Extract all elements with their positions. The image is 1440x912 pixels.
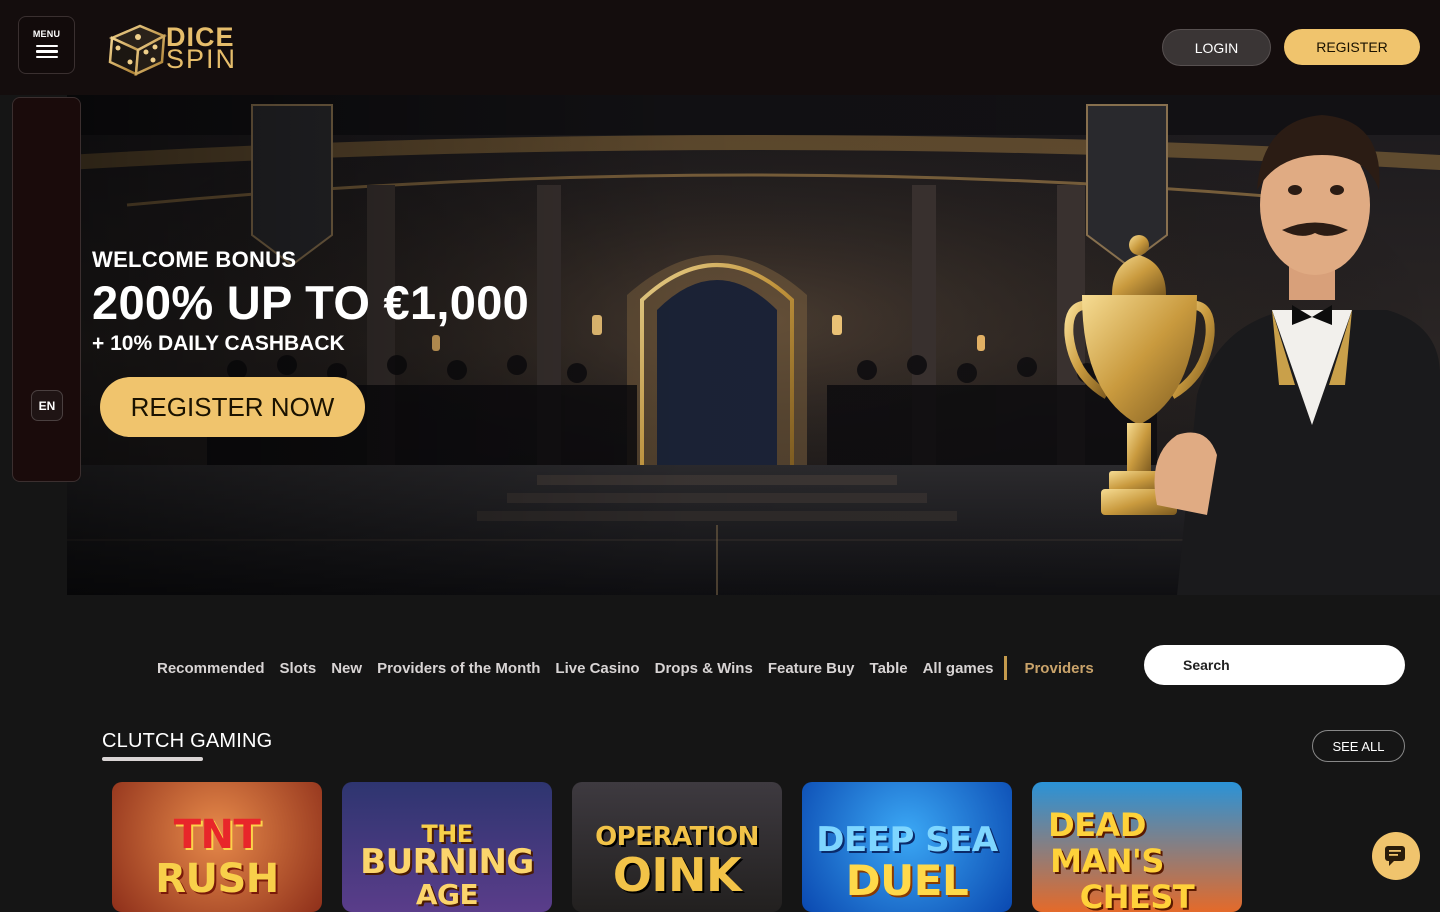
- game-card-operation-oink[interactable]: OPERATION OINK: [572, 782, 782, 912]
- hero-subtitle: WELCOME BONUS: [92, 247, 297, 272]
- register-button[interactable]: REGISTER: [1284, 29, 1420, 65]
- game-title-line3: CHEST: [1079, 878, 1195, 912]
- hero-cashback: + 10% DAILY CASHBACK: [92, 332, 345, 355]
- chat-icon: [1385, 846, 1405, 866]
- game-title-line2: BURNING: [360, 842, 534, 882]
- game-title-line2: OINK: [612, 848, 742, 902]
- game-title-line1: TNT: [173, 812, 261, 858]
- game-title-line2: DUEL: [845, 856, 969, 905]
- search-input[interactable]: Search: [1144, 645, 1405, 685]
- site-logo[interactable]: DICE SPIN: [104, 18, 237, 78]
- menu-button[interactable]: MENU: [18, 16, 75, 74]
- game-title-line2: MAN'S: [1050, 842, 1164, 880]
- category-nav: Recommended Slots New Providers of the M…: [157, 656, 1109, 680]
- category-all-games[interactable]: All games: [923, 660, 994, 677]
- login-button[interactable]: LOGIN: [1162, 29, 1271, 66]
- section-title: CLUTCH GAMING: [102, 730, 273, 752]
- side-panel: EN: [12, 97, 81, 482]
- category-live-casino[interactable]: Live Casino: [555, 660, 639, 677]
- category-new[interactable]: New: [331, 660, 362, 677]
- game-card-dead-mans-chest[interactable]: DEAD MAN'S CHEST: [1032, 782, 1242, 912]
- game-title-line1: DEAD: [1048, 806, 1146, 844]
- register-now-button[interactable]: REGISTER NOW: [100, 377, 365, 437]
- category-table[interactable]: Table: [870, 660, 908, 677]
- menu-label: MENU: [32, 28, 61, 39]
- category-feature-buy[interactable]: Feature Buy: [768, 660, 855, 677]
- section-underline: [102, 757, 203, 761]
- game-card-deep-sea-duel[interactable]: DEEP SEA DUEL: [802, 782, 1012, 912]
- category-providers-of-the-month[interactable]: Providers of the Month: [377, 660, 540, 677]
- game-title-line2: RUSH: [155, 856, 279, 902]
- chat-button[interactable]: [1372, 832, 1420, 880]
- category-drops-wins[interactable]: Drops & Wins: [655, 660, 753, 677]
- dice-logo-icon: [108, 24, 167, 77]
- category-recommended[interactable]: Recommended: [157, 660, 265, 677]
- game-card-tnt-rush[interactable]: TNT RUSH: [112, 782, 322, 912]
- hero-title: 200% UP TO €1,000: [92, 276, 530, 329]
- game-card-the-burning-age[interactable]: THE BURNING AGE: [342, 782, 552, 912]
- providers-link[interactable]: Providers: [1024, 660, 1093, 677]
- logo-text-spin: SPIN: [166, 44, 238, 74]
- site-header: MENU DICE SPIN LOGIN REGISTER: [0, 0, 1440, 95]
- see-all-button[interactable]: SEE ALL: [1312, 730, 1405, 762]
- game-list: TNT RUSH THE BURNING AGE OPERATION OINK …: [112, 782, 1262, 912]
- hero-banner: WELCOME BONUS 200% UP TO €1,000 + 10% DA…: [67, 95, 1440, 595]
- hamburger-icon: [35, 42, 58, 62]
- language-selector[interactable]: EN: [31, 390, 63, 421]
- nav-divider: [1004, 656, 1008, 680]
- game-title-line3: AGE: [415, 878, 479, 911]
- game-title-line1: DEEP SEA: [816, 820, 998, 860]
- category-slots[interactable]: Slots: [280, 660, 317, 677]
